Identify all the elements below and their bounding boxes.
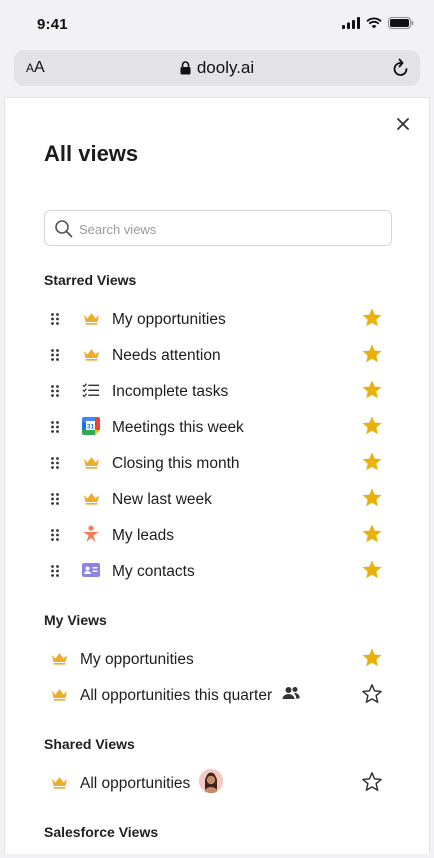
star-filled-icon[interactable] bbox=[361, 523, 383, 545]
star-filled-icon[interactable] bbox=[361, 307, 383, 329]
view-row-starred[interactable]: Incomplete tasks bbox=[5, 373, 431, 407]
star-filled-icon[interactable] bbox=[361, 487, 383, 509]
signal-icon bbox=[342, 17, 360, 29]
contact-card-icon bbox=[82, 561, 100, 579]
drag-handle-icon[interactable] bbox=[51, 312, 59, 330]
view-row-starred[interactable]: My opportunities bbox=[5, 301, 431, 335]
browser-url-bar[interactable]: AA dooly.ai bbox=[14, 50, 420, 86]
battery-icon bbox=[388, 17, 414, 29]
crown-icon bbox=[82, 345, 100, 363]
view-row-starred[interactable]: Needs attention bbox=[5, 337, 431, 371]
view-row-starred[interactable]: My leads bbox=[5, 517, 431, 551]
view-row-starred[interactable]: New last week bbox=[5, 481, 431, 515]
star-outline-icon[interactable] bbox=[361, 683, 383, 705]
search-icon bbox=[55, 220, 73, 238]
section-heading-starred: Starred Views bbox=[44, 272, 137, 288]
view-label: All opportunities this quarter bbox=[80, 687, 273, 704]
view-label: All opportunities bbox=[80, 775, 191, 792]
status-time: 9:41 bbox=[37, 16, 68, 33]
drag-handle-icon[interactable] bbox=[51, 492, 59, 510]
view-row-starred[interactable]: My contacts bbox=[5, 553, 431, 587]
wifi-icon bbox=[366, 17, 382, 29]
section-heading-salesforce-views: Salesforce Views bbox=[44, 824, 159, 840]
view-label: Closing this month bbox=[112, 455, 240, 472]
drag-handle-icon[interactable] bbox=[51, 528, 59, 546]
view-row-my-views[interactable]: My opportunities bbox=[5, 641, 431, 675]
crown-icon bbox=[50, 685, 68, 703]
view-label: My leads bbox=[112, 527, 175, 544]
star-filled-icon[interactable] bbox=[361, 451, 383, 473]
view-label: My contacts bbox=[112, 563, 195, 580]
view-label: My opportunities bbox=[80, 651, 194, 668]
view-label: New last week bbox=[112, 491, 212, 508]
section-heading-shared-views: Shared Views bbox=[44, 736, 135, 752]
drag-handle-icon[interactable] bbox=[51, 348, 59, 366]
view-row-starred[interactable]: Closing this month bbox=[5, 445, 431, 479]
checklist-icon bbox=[82, 381, 100, 399]
star-filled-icon[interactable] bbox=[361, 415, 383, 437]
drag-handle-icon[interactable] bbox=[51, 456, 59, 474]
calendar-icon: 31 bbox=[82, 417, 100, 435]
avatar bbox=[199, 769, 224, 793]
section-heading-my-views: My Views bbox=[44, 612, 107, 628]
view-label: My opportunities bbox=[112, 311, 226, 328]
search-input[interactable] bbox=[79, 219, 369, 239]
view-row-my-views[interactable]: All opportunities this quarter bbox=[5, 677, 431, 711]
crown-icon bbox=[82, 489, 100, 507]
reload-icon[interactable] bbox=[392, 58, 410, 78]
star-filled-icon[interactable] bbox=[361, 559, 383, 581]
status-icons bbox=[342, 17, 414, 29]
view-label: Incomplete tasks bbox=[112, 383, 229, 400]
view-label: Needs attention bbox=[112, 347, 221, 364]
person-star-icon bbox=[82, 525, 100, 543]
drag-handle-icon[interactable] bbox=[51, 420, 59, 438]
all-views-panel: All views Starred Views My opportunities… bbox=[4, 97, 430, 854]
star-outline-icon[interactable] bbox=[361, 771, 383, 793]
drag-handle-icon[interactable] bbox=[51, 564, 59, 582]
url-text: dooly.ai bbox=[196, 58, 255, 77]
close-icon[interactable] bbox=[395, 116, 411, 132]
page-title: All views bbox=[44, 141, 139, 166]
url-display[interactable]: dooly.ai bbox=[14, 58, 420, 78]
view-row-shared-views[interactable]: All opportunities bbox=[5, 765, 431, 799]
view-row-starred[interactable]: 31 Meetings this week bbox=[5, 409, 431, 443]
svg-text:31: 31 bbox=[87, 423, 95, 430]
status-bar: 9:41 bbox=[0, 0, 434, 48]
star-filled-icon[interactable] bbox=[361, 647, 383, 669]
star-filled-icon[interactable] bbox=[361, 343, 383, 365]
crown-icon bbox=[82, 309, 100, 327]
lock-icon bbox=[180, 61, 191, 75]
search-box[interactable] bbox=[44, 210, 392, 246]
crown-icon bbox=[50, 773, 68, 791]
star-filled-icon[interactable] bbox=[361, 379, 383, 401]
people-icon bbox=[282, 686, 300, 705]
view-label: Meetings this week bbox=[112, 419, 244, 436]
crown-icon bbox=[50, 649, 68, 667]
crown-icon bbox=[82, 453, 100, 471]
drag-handle-icon[interactable] bbox=[51, 384, 59, 402]
